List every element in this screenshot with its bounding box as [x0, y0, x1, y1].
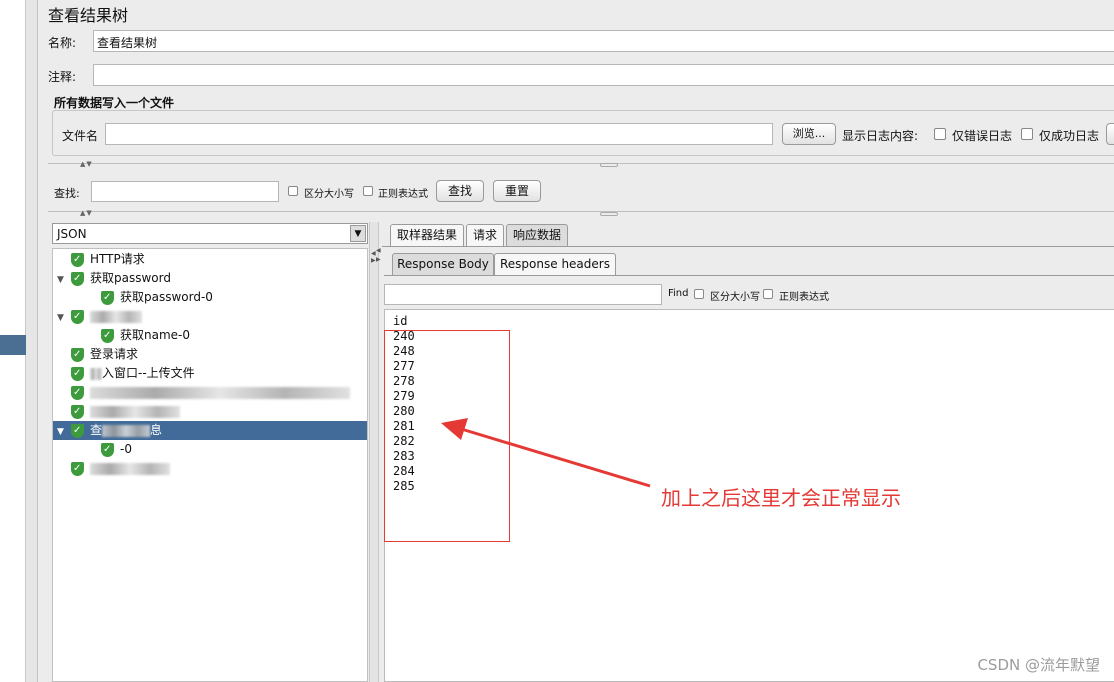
annotation-arrow: [441, 418, 651, 488]
watermark: CSDN @流年默望: [977, 656, 1100, 674]
arrow-head-icon: [441, 418, 468, 440]
arrow-line: [457, 426, 651, 488]
results-tree-window: 查看结果树 名称: 查看结果树 注释: 所有数据写入一个文件 文件名 浏览...…: [0, 0, 1114, 682]
annotation-text: 加上之后这里才会正常显示: [661, 486, 901, 510]
